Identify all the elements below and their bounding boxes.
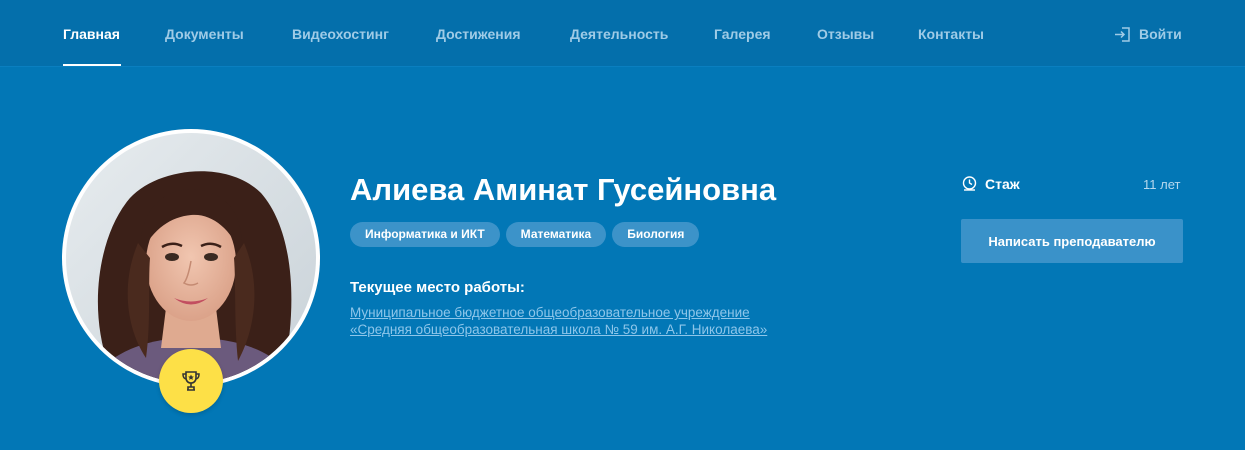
nav-item-documents[interactable]: Документы [165, 26, 244, 42]
nav-item-gallery[interactable]: Галерея [714, 26, 771, 42]
subject-tags: Информатика и ИКТ Математика Биология [350, 222, 700, 247]
nav-item-home[interactable]: Главная [63, 26, 120, 42]
work-place-label: Текущее место работы: [350, 279, 525, 296]
experience-value: 11 лет [1143, 177, 1181, 192]
achievement-badge[interactable] [159, 349, 223, 413]
trophy-icon [182, 371, 200, 391]
subject-tag[interactable]: Биология [612, 222, 700, 247]
top-navigation: Главная Документы Видеохостинг Достижени… [0, 0, 1245, 67]
work-place-line: Муниципальное бюджетное общеобразователь… [350, 305, 750, 320]
clock-icon [962, 176, 977, 191]
active-tab-indicator [63, 64, 121, 66]
teacher-name: Алиева Аминат Гусейновна [350, 172, 777, 207]
nav-item-activity[interactable]: Деятельность [570, 26, 668, 42]
work-place-line: «Средняя общеобразовательная школа № 59 … [350, 322, 768, 337]
experience-label-text: Стаж [985, 175, 1020, 192]
subject-tag[interactable]: Математика [505, 222, 607, 247]
nav-item-video-hosting[interactable]: Видеохостинг [292, 26, 389, 42]
experience-label: Стаж [961, 175, 1020, 192]
work-place-link[interactable]: Муниципальное бюджетное общеобразователь… [350, 304, 767, 338]
login-icon [1115, 26, 1130, 42]
write-to-teacher-button[interactable]: Написать преподавателю [961, 219, 1183, 263]
teacher-photo [66, 133, 316, 383]
nav-item-contacts[interactable]: Контакты [918, 26, 984, 42]
subject-tag[interactable]: Информатика и ИКТ [350, 222, 500, 247]
login-label: Войти [1139, 26, 1182, 42]
nav-item-achievements[interactable]: Достижения [436, 26, 521, 42]
nav-item-reviews[interactable]: Отзывы [817, 26, 874, 42]
login-button[interactable]: Войти [1114, 26, 1182, 42]
